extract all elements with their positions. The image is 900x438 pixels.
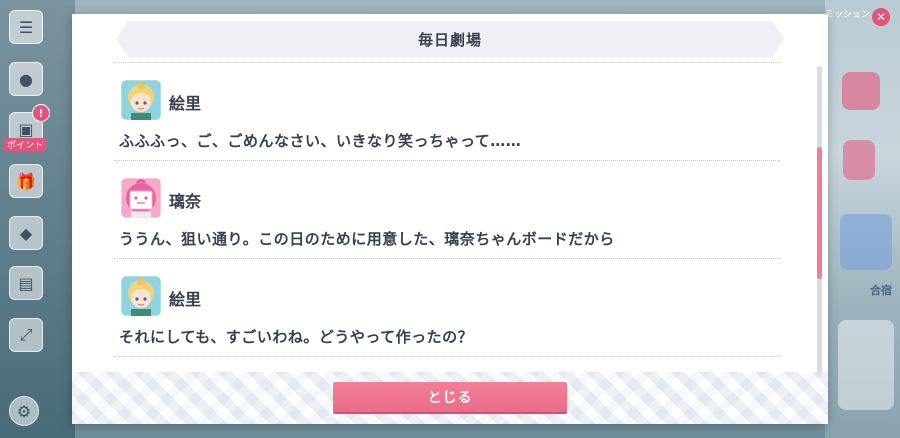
dialogue-entry: 絵里 ふふふっ、ご、ごめんなさい、いきなり笑っちゃって……	[114, 62, 780, 161]
speaker-name: 絵里	[169, 94, 202, 113]
dialog-title: 毎日劇場	[417, 30, 482, 49]
daily-theater-dialog: 毎日劇場 絵里 ふふふっ、ご、ごめんなさい、いきなり笑っちゃって…… 璃奈 うう…	[72, 14, 828, 424]
dialogue-entry: 璃奈 ううん、狙い通り。この日のために用意した、璃奈ちゃんボードだから	[114, 161, 780, 259]
settings-icon[interactable]: ⚙	[9, 396, 39, 426]
right-camp-banner[interactable]	[840, 214, 892, 270]
dialogue-entry: 絵里 それにしても、すごいわね。どうやって作ったの？	[114, 259, 780, 357]
top-right-mission-text: ミッション	[824, 10, 870, 20]
dialogue-line: ふふふっ、ご、ごめんなさい、いきなり笑っちゃって……	[119, 132, 522, 150]
close-button[interactable]: とじる	[333, 382, 567, 412]
right-camp-label: 合宿	[870, 284, 892, 297]
top-right-close-icon[interactable]: ✕	[872, 8, 890, 26]
gem-icon[interactable]: ◆	[9, 216, 43, 250]
speaker-name: 絵里	[169, 290, 202, 309]
scrollbar-thumb[interactable]	[817, 147, 822, 279]
dialog-title-bar: 毎日劇場	[116, 21, 784, 57]
eli-avatar-icon	[121, 80, 161, 120]
dialogue-log[interactable]: 絵里 ふふふっ、ご、ごめんなさい、いきなり笑っちゃって…… 璃奈 ううん、狙い通	[114, 62, 780, 374]
dialogue-line: それにしても、すごいわね。どうやって作ったの？	[119, 328, 474, 346]
rina-avatar-icon	[121, 178, 161, 218]
scrollbar[interactable]	[817, 66, 822, 378]
chat-icon[interactable]: ●	[9, 62, 43, 96]
dialogue-line: ううん、狙い通り。この日のために用意した、璃奈ちゃんボードだから	[119, 230, 615, 248]
shop-icon[interactable]: ▤	[9, 266, 43, 300]
speaker-name: 璃奈	[169, 192, 202, 211]
right-card-panel[interactable]	[838, 320, 894, 410]
gift-icon[interactable]: 🎁	[9, 164, 43, 198]
right-event-icon[interactable]	[842, 72, 880, 110]
expand-icon[interactable]: ⤢	[9, 318, 43, 352]
notification-badge-icon: !	[32, 104, 50, 122]
menu-icon[interactable]: ☰	[9, 10, 43, 44]
side-point-label: ポイント	[4, 138, 47, 151]
right-character-icon[interactable]	[843, 140, 875, 180]
eli-avatar-icon	[121, 276, 161, 316]
